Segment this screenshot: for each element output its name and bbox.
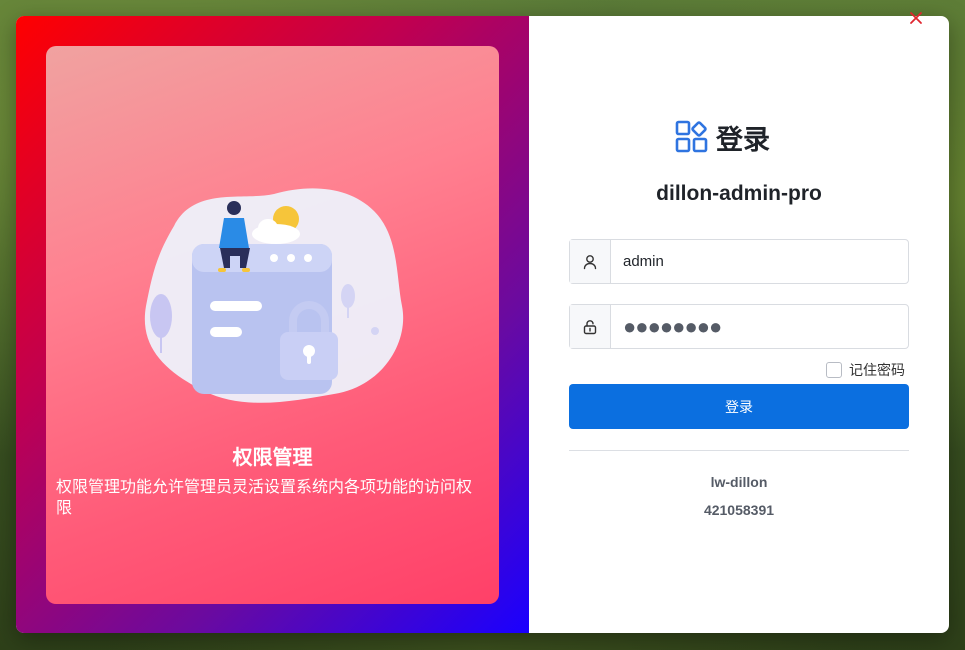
security-illustration [144,188,404,403]
remember-password-label: 记住密码 [849,362,905,378]
author-text: lw-dillon [710,474,768,490]
login-button[interactable]: 登录 [569,384,909,429]
apps-grid-icon [675,120,708,153]
remember-password-checkbox[interactable]: 记住密码 [826,360,905,380]
login-heading: 登录 [674,118,770,156]
username-input[interactable] [611,240,908,283]
left-panel: 权限管理 权限管理功能允许管理员灵活设置系统内各项功能的访问权限 [16,16,529,633]
username-addon [570,240,611,283]
close-button[interactable] [906,8,926,28]
app-name: dillon-admin-pro [656,182,822,205]
password-input[interactable]: ●●●●●●●● [611,305,908,348]
close-icon [910,12,922,24]
username-field [569,239,909,284]
user-icon [583,254,597,269]
feature-description: 权限管理功能允许管理员灵活设置系统内各项功能的访问权限 [56,479,473,517]
lock-icon [583,319,597,334]
divider [569,450,909,451]
login-title: 登录 [716,124,770,155]
password-field: ●●●●●●●● [569,304,909,349]
feature-title: 权限管理 [232,447,313,469]
checkbox-box[interactable] [826,362,842,378]
contact-text: 421058391 [703,502,775,518]
password-addon [570,305,611,348]
feature-card: 权限管理 权限管理功能允许管理员灵活设置系统内各项功能的访问权限 [46,46,499,604]
person-icon [227,201,241,215]
